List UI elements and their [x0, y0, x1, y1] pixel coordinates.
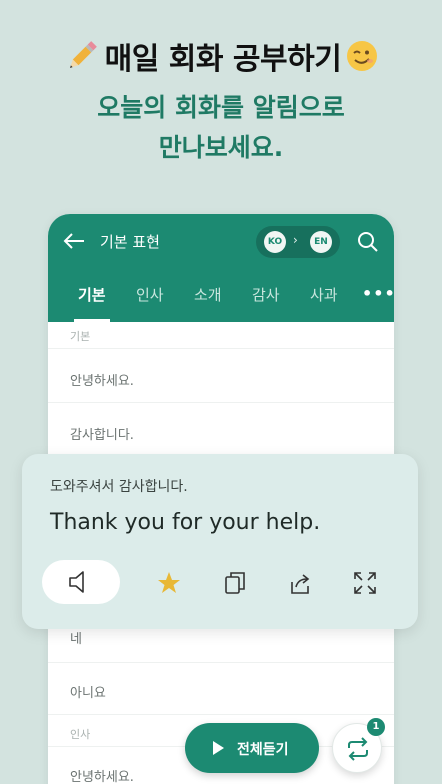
tab-basic[interactable]: 기본 [74, 284, 110, 322]
lang-to-badge: EN [310, 231, 332, 253]
app-bar: 기본 표현 KO › EN 기본 인사 소개 감사 사과 ••• [48, 214, 394, 322]
play-icon [213, 741, 224, 755]
language-toggle[interactable]: KO › EN [256, 226, 340, 258]
list-item[interactable]: 안녕하세요. [70, 766, 134, 784]
promo-headline: 매일 회화 공부하기 [0, 34, 442, 78]
card-actions [22, 560, 418, 606]
section-label-greeting: 인사 [70, 728, 91, 741]
tab-apology[interactable]: 사과 [310, 284, 338, 322]
repeat-count-badge: 1 [367, 718, 385, 736]
chevron-right-icon: › [293, 233, 298, 247]
list-item[interactable]: 네 [70, 628, 82, 647]
headline-text: 매일 회화 공부하기 [104, 42, 342, 77]
card-english-text: Thank you for your help. [50, 510, 321, 535]
copy-icon[interactable] [222, 570, 248, 596]
lang-from-badge: KO [264, 231, 286, 253]
more-tabs-icon[interactable]: ••• [362, 284, 394, 303]
repeat-button[interactable]: 1 [332, 718, 385, 773]
divider [48, 348, 394, 349]
list-item[interactable]: 아니요 [70, 682, 106, 701]
list-item[interactable]: 감사합니다. [70, 424, 134, 443]
wink-emoji-icon [345, 39, 379, 73]
tab-greeting[interactable]: 인사 [136, 284, 164, 322]
speak-button[interactable] [42, 560, 120, 604]
card-korean-text: 도와주셔서 감사합니다. [50, 479, 188, 495]
search-icon[interactable] [356, 230, 380, 254]
speaker-icon [69, 571, 84, 593]
play-all-label: 전체듣기 [237, 742, 289, 758]
promo-subline-2: 만나보세요. [158, 133, 284, 162]
list-item[interactable]: 안녕하세요. [70, 370, 134, 389]
section-label-basic: 기본 [70, 330, 91, 343]
repeat-icon [348, 737, 368, 761]
tab-introduction[interactable]: 소개 [194, 284, 222, 322]
back-arrow-icon[interactable] [62, 231, 86, 251]
promo-subline-1: 오늘의 회화를 알림으로 [97, 93, 345, 122]
pencil-icon [63, 37, 101, 75]
share-icon[interactable] [287, 570, 313, 596]
divider [48, 402, 394, 403]
divider [48, 662, 394, 663]
phrase-card: 도와주셔서 감사합니다. Thank you for your help. [22, 454, 418, 629]
play-all-button[interactable]: 전체듣기 [185, 723, 319, 773]
divider [48, 714, 394, 715]
tab-thanks[interactable]: 감사 [252, 284, 280, 322]
star-icon[interactable] [156, 570, 182, 596]
page-title: 기본 표현 [100, 233, 160, 251]
expand-icon[interactable] [352, 570, 378, 596]
category-tabs: 기본 인사 소개 감사 사과 ••• [48, 284, 394, 322]
